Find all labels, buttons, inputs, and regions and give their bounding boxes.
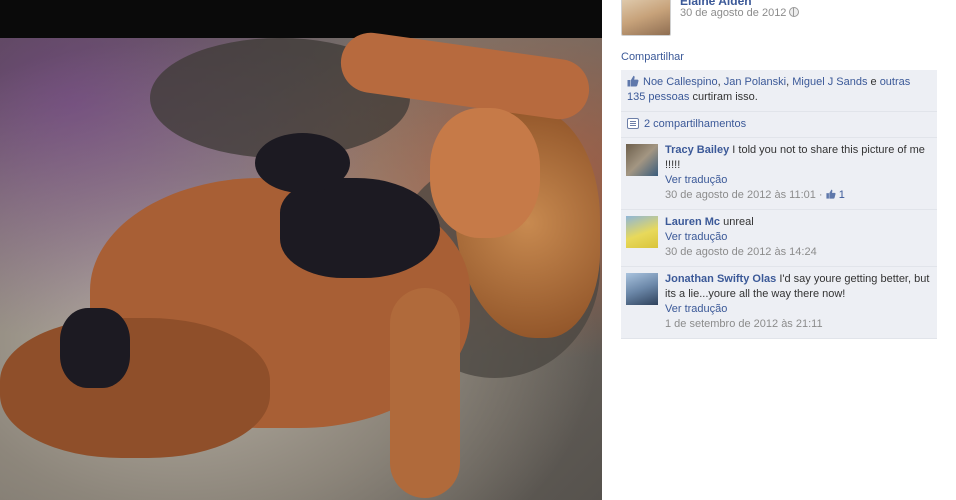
comment-item: Lauren Mc unreal Ver tradução 30 de agos… — [621, 210, 937, 267]
comment-timestamp[interactable]: 30 de agosto de 2012 às 11:01 — [665, 189, 816, 201]
photo-bikini-bottom — [60, 308, 130, 388]
photo-top-bar — [0, 0, 602, 38]
comment-meta: 30 de agosto de 2012 às 11:01 · 1 — [665, 188, 931, 203]
liker-name[interactable]: Noe Callespino — [643, 76, 718, 88]
globe-icon — [789, 7, 800, 17]
commenter-avatar[interactable] — [626, 273, 658, 305]
see-translation-link[interactable]: Ver tradução — [665, 230, 931, 245]
share-link[interactable]: Compartilhar — [621, 51, 684, 63]
comment-meta-separator: · — [815, 189, 826, 201]
comment-author[interactable]: Lauren Mc — [665, 216, 720, 228]
commenter-avatar[interactable] — [626, 216, 658, 248]
commenter-avatar[interactable] — [626, 144, 658, 176]
see-translation-link[interactable]: Ver tradução — [665, 173, 931, 188]
likes-suffix: curtiram isso. — [689, 91, 758, 103]
see-translation-link[interactable]: Ver tradução — [665, 302, 931, 317]
liker-name[interactable]: Miguel J Sands — [792, 76, 867, 88]
comment-like-count[interactable]: 1 — [839, 189, 845, 201]
shares-summary[interactable]: 2 compartilhamentos — [621, 112, 937, 138]
photo[interactable] — [0, 28, 602, 500]
comment-author[interactable]: Jonathan Swifty Olas — [665, 273, 776, 285]
thumbs-up-icon — [627, 75, 639, 87]
likes-separator: e — [867, 76, 880, 88]
photo-bikini-top — [255, 133, 350, 193]
liker-name[interactable]: Jan Polanski — [724, 76, 786, 88]
post-date-text[interactable]: 30 de agosto de 2012 — [680, 7, 786, 19]
feedback-box: Noe Callespino, Jan Polanski, Miguel J S… — [621, 70, 937, 339]
photo-viewer — [0, 0, 602, 500]
photo-bikini-top — [280, 178, 440, 278]
comment-item: Tracy Bailey I told you not to share thi… — [621, 138, 937, 210]
author-avatar[interactable] — [621, 0, 671, 36]
thumbs-up-icon — [826, 189, 836, 199]
comment-item: Jonathan Swifty Olas I'd say youre getti… — [621, 267, 937, 339]
comment-timestamp[interactable]: 30 de agosto de 2012 às 14:24 — [665, 245, 931, 260]
comment-text: unreal — [723, 216, 754, 228]
comment-timestamp[interactable]: 1 de setembro de 2012 às 21:11 — [665, 317, 931, 332]
likes-summary: Noe Callespino, Jan Polanski, Miguel J S… — [621, 70, 937, 112]
photo-face — [430, 108, 540, 238]
post-header: Elaine Alden 30 de agosto de 2012 — [621, 0, 937, 40]
post-date[interactable]: 30 de agosto de 2012 — [680, 7, 800, 19]
photo-leg — [0, 318, 270, 458]
comment-author[interactable]: Tracy Bailey — [665, 144, 729, 156]
photo-arm — [390, 288, 460, 498]
share-icon — [627, 118, 639, 129]
shares-count-link[interactable]: 2 compartilhamentos — [644, 118, 746, 130]
